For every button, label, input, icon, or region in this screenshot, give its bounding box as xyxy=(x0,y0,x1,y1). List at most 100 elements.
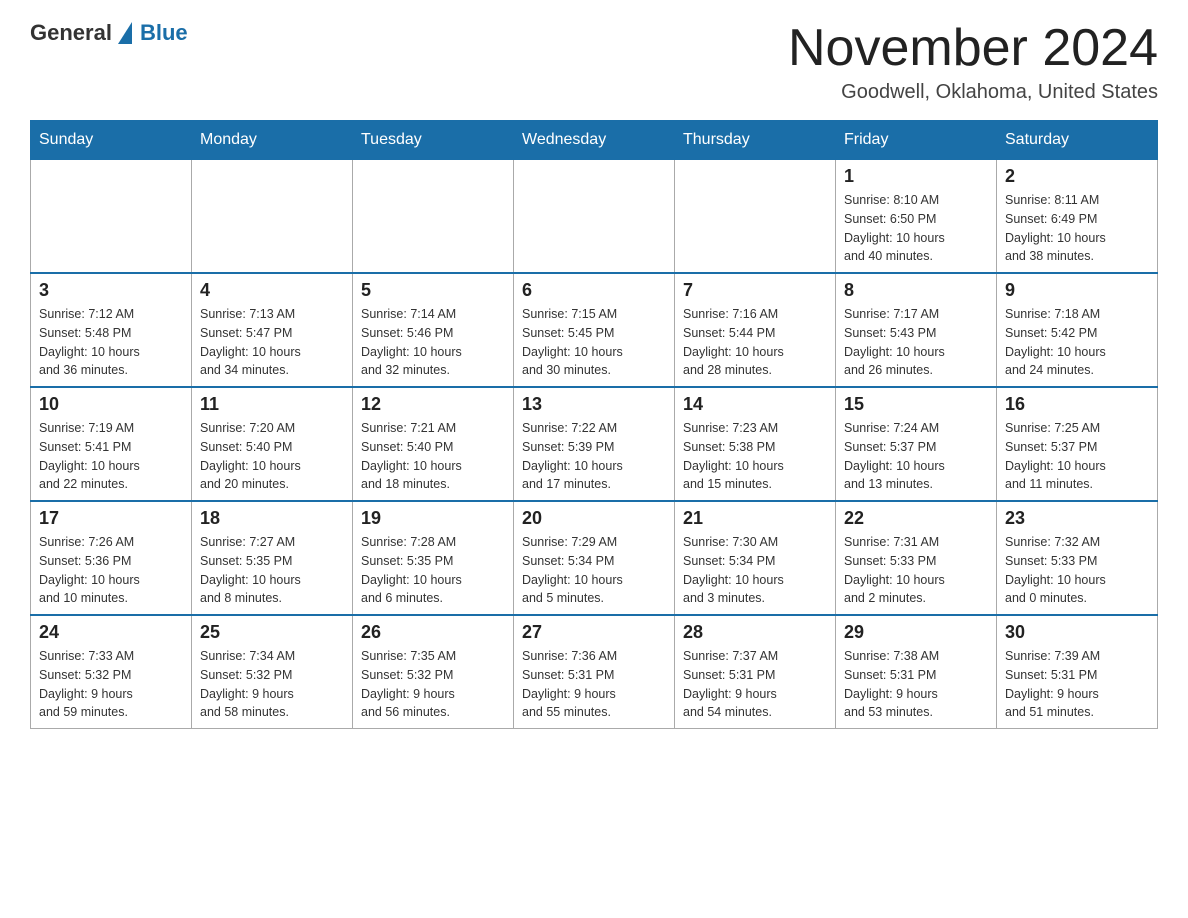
day-info: Sunrise: 7:26 AM Sunset: 5:36 PM Dayligh… xyxy=(39,533,183,608)
day-info: Sunrise: 7:16 AM Sunset: 5:44 PM Dayligh… xyxy=(683,305,827,380)
day-number: 25 xyxy=(200,622,344,643)
day-number: 5 xyxy=(361,280,505,301)
day-info: Sunrise: 7:31 AM Sunset: 5:33 PM Dayligh… xyxy=(844,533,988,608)
day-number: 12 xyxy=(361,394,505,415)
day-number: 17 xyxy=(39,508,183,529)
calendar-cell xyxy=(353,160,514,274)
calendar-cell: 3Sunrise: 7:12 AM Sunset: 5:48 PM Daylig… xyxy=(31,273,192,387)
day-info: Sunrise: 7:20 AM Sunset: 5:40 PM Dayligh… xyxy=(200,419,344,494)
day-info: Sunrise: 7:17 AM Sunset: 5:43 PM Dayligh… xyxy=(844,305,988,380)
calendar-subtitle: Goodwell, Oklahoma, United States xyxy=(788,81,1158,104)
day-info: Sunrise: 7:19 AM Sunset: 5:41 PM Dayligh… xyxy=(39,419,183,494)
weekday-header-monday: Monday xyxy=(192,121,353,160)
calendar-cell: 16Sunrise: 7:25 AM Sunset: 5:37 PM Dayli… xyxy=(997,387,1158,501)
day-number: 29 xyxy=(844,622,988,643)
day-number: 28 xyxy=(683,622,827,643)
weekday-header-thursday: Thursday xyxy=(675,121,836,160)
calendar-cell: 14Sunrise: 7:23 AM Sunset: 5:38 PM Dayli… xyxy=(675,387,836,501)
weekday-header-saturday: Saturday xyxy=(997,121,1158,160)
day-number: 20 xyxy=(522,508,666,529)
day-info: Sunrise: 7:14 AM Sunset: 5:46 PM Dayligh… xyxy=(361,305,505,380)
calendar-cell: 7Sunrise: 7:16 AM Sunset: 5:44 PM Daylig… xyxy=(675,273,836,387)
day-number: 23 xyxy=(1005,508,1149,529)
logo-general-text: General xyxy=(30,20,112,46)
week-row-2: 3Sunrise: 7:12 AM Sunset: 5:48 PM Daylig… xyxy=(31,273,1158,387)
calendar-cell: 24 Sunrise: 7:33 AM Sunset: 5:32 PM Dayli… xyxy=(31,615,192,729)
calendar-cell: 20 Sunrise: 7:29 AM Sunset: 5:34 PM Dayli… xyxy=(514,501,675,615)
page-header: General Blue November 2024 Goodwell, Okl… xyxy=(30,20,1158,104)
day-info: Sunrise: 7:33 AM Sunset: 5:32 PM Dayligh… xyxy=(39,647,183,722)
day-info: Sunrise: 7:27 AM Sunset: 5:35 PM Dayligh… xyxy=(200,533,344,608)
weekday-header-wednesday: Wednesday xyxy=(514,121,675,160)
day-info: Sunrise: 7:24 AM Sunset: 5:37 PM Dayligh… xyxy=(844,419,988,494)
calendar-cell: 6Sunrise: 7:15 AM Sunset: 5:45 PM Daylig… xyxy=(514,273,675,387)
calendar-cell: 15 Sunrise: 7:24 AM Sunset: 5:37 PM Dayli… xyxy=(836,387,997,501)
logo: General Blue xyxy=(30,20,188,46)
week-row-5: 24 Sunrise: 7:33 AM Sunset: 5:32 PM Dayli… xyxy=(31,615,1158,729)
calendar-cell: 1 Sunrise: 8:10 AM Sunset: 6:50 PM Daylig… xyxy=(836,160,997,274)
week-row-4: 17 Sunrise: 7:26 AM Sunset: 5:36 PM Dayli… xyxy=(31,501,1158,615)
calendar-cell: 22Sunrise: 7:31 AM Sunset: 5:33 PM Dayli… xyxy=(836,501,997,615)
day-info: Sunrise: 7:22 AM Sunset: 5:39 PM Dayligh… xyxy=(522,419,666,494)
day-info: Sunrise: 7:37 AM Sunset: 5:31 PM Dayligh… xyxy=(683,647,827,722)
calendar-table: SundayMondayTuesdayWednesdayThursdayFrid… xyxy=(30,120,1158,729)
calendar-cell: 13 Sunrise: 7:22 AM Sunset: 5:39 PM Dayli… xyxy=(514,387,675,501)
day-info: Sunrise: 7:21 AM Sunset: 5:40 PM Dayligh… xyxy=(361,419,505,494)
logo-blue-text: Blue xyxy=(140,20,188,46)
calendar-cell: 27 Sunrise: 7:36 AM Sunset: 5:31 PM Dayli… xyxy=(514,615,675,729)
week-row-3: 10 Sunrise: 7:19 AM Sunset: 5:41 PM Dayli… xyxy=(31,387,1158,501)
calendar-cell: 12 Sunrise: 7:21 AM Sunset: 5:40 PM Dayli… xyxy=(353,387,514,501)
weekday-header-row: SundayMondayTuesdayWednesdayThursdayFrid… xyxy=(31,121,1158,160)
logo-triangle-icon xyxy=(118,22,132,44)
weekday-header-sunday: Sunday xyxy=(31,121,192,160)
day-info: Sunrise: 7:28 AM Sunset: 5:35 PM Dayligh… xyxy=(361,533,505,608)
day-number: 19 xyxy=(361,508,505,529)
day-info: Sunrise: 7:35 AM Sunset: 5:32 PM Dayligh… xyxy=(361,647,505,722)
calendar-cell: 25 Sunrise: 7:34 AM Sunset: 5:32 PM Dayli… xyxy=(192,615,353,729)
day-info: Sunrise: 7:30 AM Sunset: 5:34 PM Dayligh… xyxy=(683,533,827,608)
day-number: 8 xyxy=(844,280,988,301)
day-info: Sunrise: 7:39 AM Sunset: 5:31 PM Dayligh… xyxy=(1005,647,1149,722)
calendar-cell: 4 Sunrise: 7:13 AM Sunset: 5:47 PM Daylig… xyxy=(192,273,353,387)
day-info: Sunrise: 7:34 AM Sunset: 5:32 PM Dayligh… xyxy=(200,647,344,722)
day-number: 10 xyxy=(39,394,183,415)
calendar-cell xyxy=(192,160,353,274)
day-number: 26 xyxy=(361,622,505,643)
weekday-header-tuesday: Tuesday xyxy=(353,121,514,160)
weekday-header-friday: Friday xyxy=(836,121,997,160)
calendar-cell: 8 Sunrise: 7:17 AM Sunset: 5:43 PM Daylig… xyxy=(836,273,997,387)
day-info: Sunrise: 8:10 AM Sunset: 6:50 PM Dayligh… xyxy=(844,191,988,266)
day-number: 9 xyxy=(1005,280,1149,301)
calendar-cell: 5 Sunrise: 7:14 AM Sunset: 5:46 PM Daylig… xyxy=(353,273,514,387)
day-info: Sunrise: 7:13 AM Sunset: 5:47 PM Dayligh… xyxy=(200,305,344,380)
day-number: 4 xyxy=(200,280,344,301)
calendar-cell: 21 Sunrise: 7:30 AM Sunset: 5:34 PM Dayli… xyxy=(675,501,836,615)
day-number: 13 xyxy=(522,394,666,415)
calendar-cell: 19 Sunrise: 7:28 AM Sunset: 5:35 PM Dayli… xyxy=(353,501,514,615)
calendar-cell: 18Sunrise: 7:27 AM Sunset: 5:35 PM Dayli… xyxy=(192,501,353,615)
day-number: 16 xyxy=(1005,394,1149,415)
calendar-cell: 28 Sunrise: 7:37 AM Sunset: 5:31 PM Dayli… xyxy=(675,615,836,729)
calendar-cell: 11Sunrise: 7:20 AM Sunset: 5:40 PM Dayli… xyxy=(192,387,353,501)
day-number: 6 xyxy=(522,280,666,301)
day-info: Sunrise: 7:12 AM Sunset: 5:48 PM Dayligh… xyxy=(39,305,183,380)
calendar-cell: 23Sunrise: 7:32 AM Sunset: 5:33 PM Dayli… xyxy=(997,501,1158,615)
day-info: Sunrise: 8:11 AM Sunset: 6:49 PM Dayligh… xyxy=(1005,191,1149,266)
day-number: 14 xyxy=(683,394,827,415)
day-number: 15 xyxy=(844,394,988,415)
day-info: Sunrise: 7:36 AM Sunset: 5:31 PM Dayligh… xyxy=(522,647,666,722)
calendar-cell: 2Sunrise: 8:11 AM Sunset: 6:49 PM Daylig… xyxy=(997,160,1158,274)
calendar-cell: 17 Sunrise: 7:26 AM Sunset: 5:36 PM Dayli… xyxy=(31,501,192,615)
day-info: Sunrise: 7:29 AM Sunset: 5:34 PM Dayligh… xyxy=(522,533,666,608)
day-number: 30 xyxy=(1005,622,1149,643)
calendar-cell: 26 Sunrise: 7:35 AM Sunset: 5:32 PM Dayli… xyxy=(353,615,514,729)
day-number: 21 xyxy=(683,508,827,529)
calendar-cell: 10 Sunrise: 7:19 AM Sunset: 5:41 PM Dayli… xyxy=(31,387,192,501)
day-info: Sunrise: 7:38 AM Sunset: 5:31 PM Dayligh… xyxy=(844,647,988,722)
day-number: 1 xyxy=(844,166,988,187)
day-number: 27 xyxy=(522,622,666,643)
calendar-cell xyxy=(514,160,675,274)
week-row-1: 1 Sunrise: 8:10 AM Sunset: 6:50 PM Daylig… xyxy=(31,160,1158,274)
day-number: 24 xyxy=(39,622,183,643)
day-info: Sunrise: 7:18 AM Sunset: 5:42 PM Dayligh… xyxy=(1005,305,1149,380)
